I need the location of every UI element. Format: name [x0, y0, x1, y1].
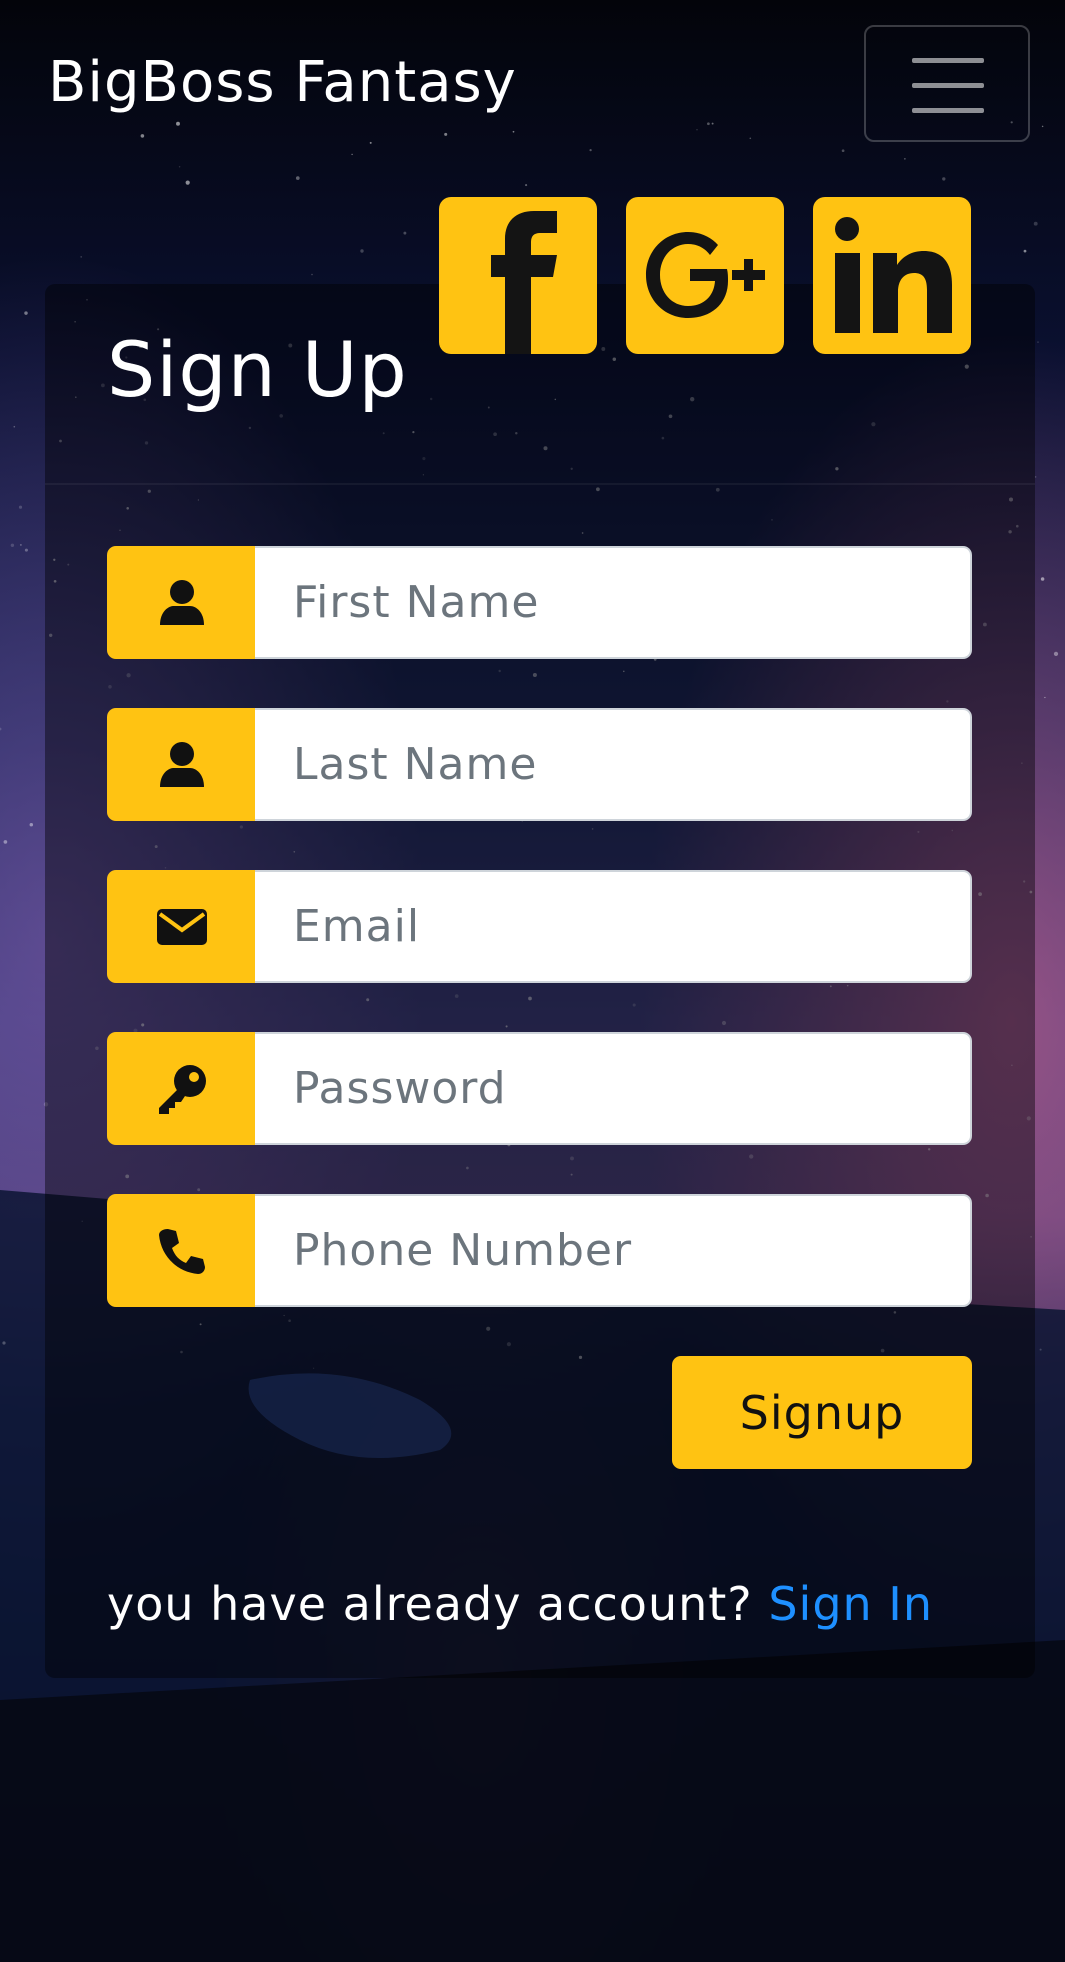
signin-prompt-text: you have already account?: [107, 1577, 753, 1631]
hamburger-icon: [912, 58, 984, 63]
first-name-input[interactable]: [255, 546, 972, 659]
facebook-icon: [491, 211, 557, 354]
phone-icon: [159, 1228, 205, 1274]
linkedin-icon: [835, 217, 952, 333]
google-plus-button[interactable]: [626, 197, 784, 354]
linkedin-button[interactable]: [813, 197, 971, 354]
last-name-input[interactable]: [255, 708, 972, 821]
page-title: Sign Up: [107, 325, 408, 414]
user-icon: [160, 579, 204, 625]
phone-input[interactable]: [255, 1194, 972, 1307]
user-icon: [160, 741, 204, 787]
brand-title[interactable]: BigBoss Fantasy: [48, 48, 517, 118]
last-name-field-group: [107, 708, 972, 821]
password-prefix: [107, 1032, 257, 1145]
phone-prefix: [107, 1194, 257, 1307]
phone-field-group: [107, 1194, 972, 1307]
signin-prompt: you have already account? Sign In: [107, 1575, 933, 1633]
last-name-prefix: [107, 708, 257, 821]
envelope-icon: [157, 908, 207, 945]
facebook-button[interactable]: [439, 197, 597, 354]
hamburger-icon: [912, 83, 984, 88]
email-field-group: [107, 870, 972, 983]
email-input[interactable]: [255, 870, 972, 983]
google-plus-icon: [646, 232, 765, 318]
email-prefix: [107, 870, 257, 983]
key-icon: [159, 1064, 206, 1114]
signup-button[interactable]: Signup: [672, 1356, 972, 1469]
card-header-divider: [45, 483, 1035, 485]
hamburger-icon: [912, 108, 984, 113]
first-name-prefix: [107, 546, 257, 659]
password-input[interactable]: [255, 1032, 972, 1145]
signin-link[interactable]: Sign In: [768, 1577, 933, 1631]
password-field-group: [107, 1032, 972, 1145]
menu-toggle-button[interactable]: [864, 25, 1030, 142]
navbar: BigBoss Fantasy: [0, 0, 1065, 170]
first-name-field-group: [107, 546, 972, 659]
